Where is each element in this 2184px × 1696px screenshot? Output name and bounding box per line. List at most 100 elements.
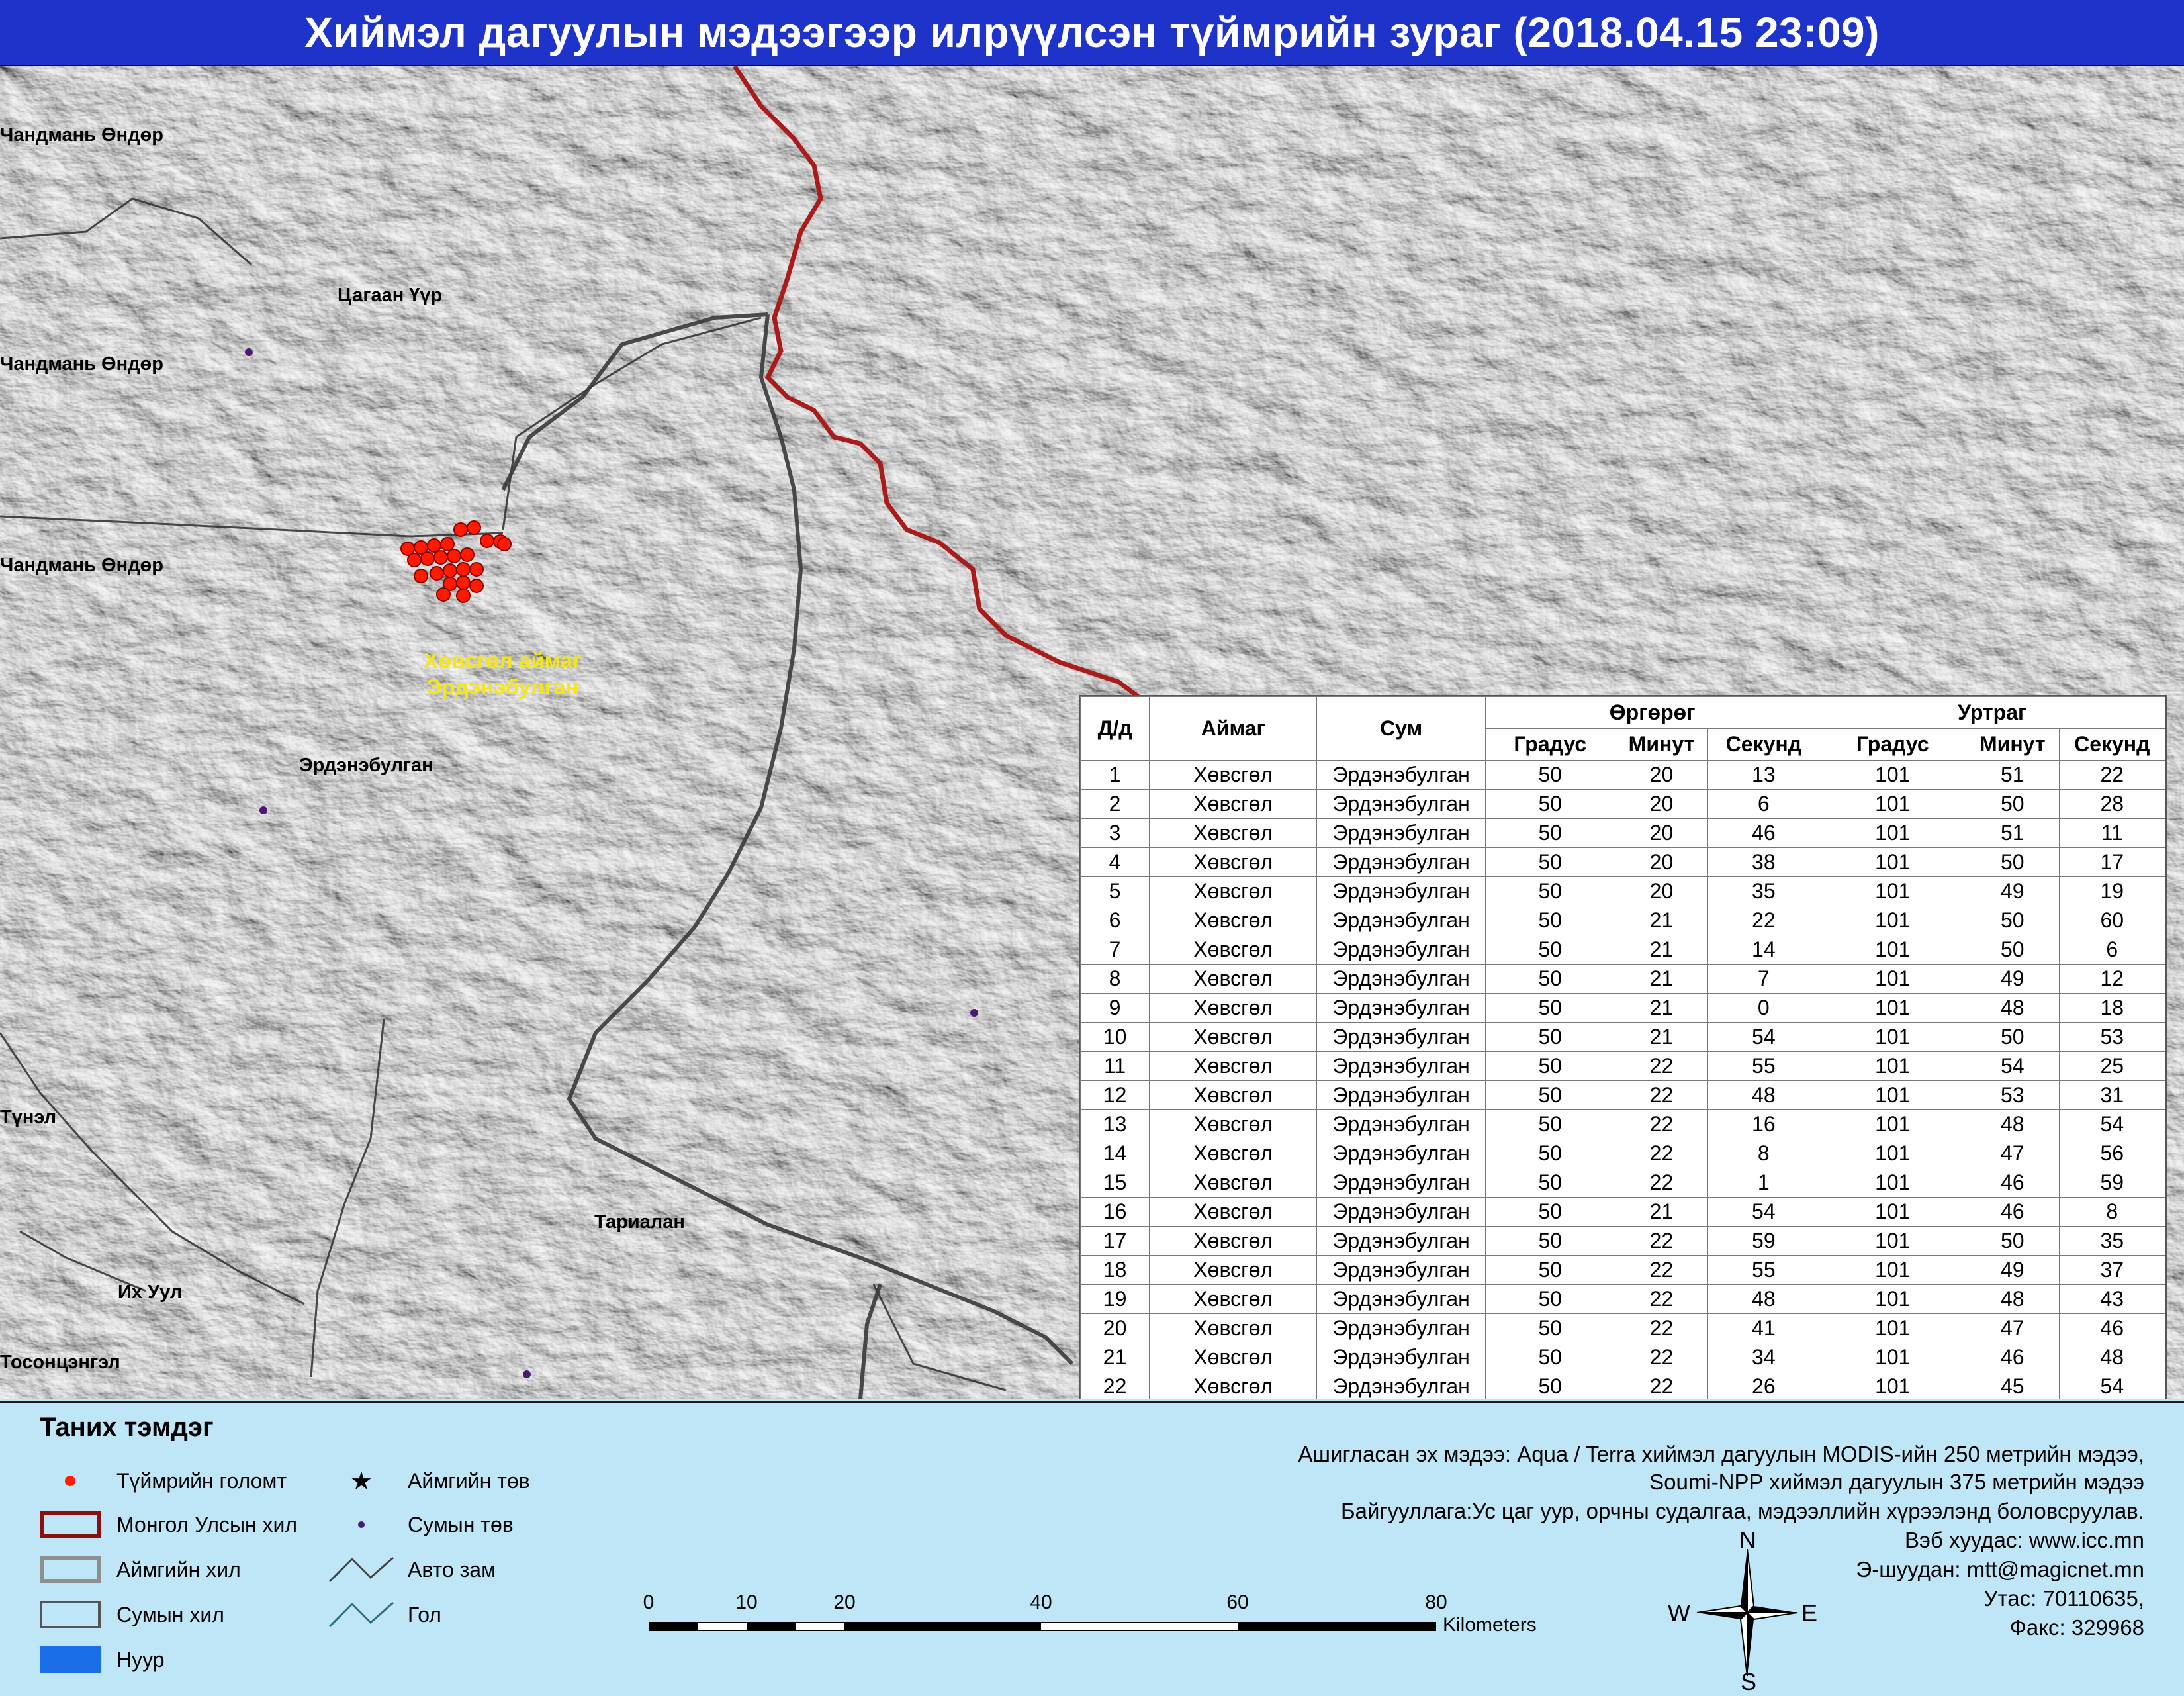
table-cell: 101: [1819, 1372, 1967, 1399]
table-cell: 101: [1819, 847, 1967, 877]
table-cell: 49: [1966, 1255, 2060, 1285]
table-row: 3 Хөвсгөл Эрдэнэбулган 50 20 46 101 51 11: [1079, 818, 2166, 848]
table-cell: 22: [1614, 1343, 1709, 1372]
table-cell: 50: [1484, 1139, 1615, 1168]
table-cell: 22: [1614, 1313, 1709, 1343]
table-cell: 14: [1079, 1139, 1150, 1168]
header-lon-minute: Минут: [1966, 728, 2060, 761]
table-cell: 22: [1079, 1372, 1150, 1399]
table-cell: Эрдэнэбулган: [1316, 847, 1486, 877]
legend-label-soum-border: Сумын хил: [116, 1602, 224, 1626]
info-fax: Факс: 329968: [2009, 1615, 2144, 1640]
header-num: Д/д: [1079, 696, 1150, 761]
legend-label-lake: Нуур: [116, 1647, 165, 1672]
table-cell: 48: [1966, 1284, 2060, 1314]
table-cell: Эрдэнэбулган: [1316, 1168, 1486, 1198]
table-cell: 50: [1484, 1197, 1615, 1227]
table-cell: 50: [1484, 760, 1615, 790]
table-row: 18 Хөвсгөл Эрдэнэбулган 50 22 55 101 49 37: [1079, 1255, 2166, 1285]
table-row: 10 Хөвсгөл Эрдэнэбулган 50 21 54 101 50 53: [1079, 1022, 2166, 1052]
table-cell: 8: [1707, 1139, 1820, 1168]
table-cell: 101: [1819, 1255, 1967, 1285]
header-lat-second: Секунд: [1707, 728, 1820, 761]
scale-tick-20: 20: [833, 1591, 856, 1613]
table-cell: 18: [2058, 993, 2166, 1023]
table-cell: Эрдэнэбулган: [1316, 1255, 1486, 1285]
legend-item-river: Гол: [328, 1598, 441, 1631]
table-cell: Хөвсгөл: [1149, 1080, 1318, 1110]
table-cell: Хөвсгөл: [1149, 818, 1318, 848]
scale-tick-10: 10: [735, 1591, 758, 1613]
place-label-erdenebulgan: Эрдэнэбулган: [299, 755, 433, 776]
table-cell: 49: [1966, 964, 2060, 994]
table-row: 13 Хөвсгөл Эрдэнэбулган 50 22 16 101 48 54: [1079, 1109, 2166, 1139]
table-cell: 21: [1614, 964, 1709, 994]
table-cell: 50: [1484, 1313, 1615, 1343]
compass-w: W: [1668, 1599, 1690, 1626]
table-cell: 50: [1484, 1168, 1615, 1198]
table-cell: 6: [1707, 789, 1820, 819]
table-cell: 101: [1819, 1226, 1967, 1256]
table-row: 7 Хөвсгөл Эрдэнэбулган 50 21 14 101 50 6: [1079, 935, 2166, 965]
table-cell: Хөвсгөл: [1149, 1372, 1318, 1399]
info-website[interactable]: Вэб хуудас: www.icc.mn: [1905, 1528, 2144, 1553]
compass-n: N: [1739, 1527, 1756, 1554]
table-cell: 45: [1966, 1372, 2060, 1399]
table-cell: 1: [1707, 1168, 1820, 1198]
table-cell: Хөвсгөл: [1149, 906, 1318, 935]
table-cell: 101: [1819, 1343, 1967, 1372]
table-row: 2 Хөвсгөл Эрдэнэбулган 50 20 6 101 50 28: [1079, 789, 2166, 819]
table-cell: 22: [1614, 1226, 1709, 1256]
table-cell: 8: [1079, 964, 1150, 994]
header-lon-second: Секунд: [2058, 728, 2166, 761]
table-cell: 50: [1484, 1022, 1615, 1052]
table-cell: 6: [1079, 906, 1150, 935]
table-cell: Хөвсгөл: [1149, 1139, 1318, 1168]
info-email[interactable]: Э-шуудан: mtt@magicnet.mn: [1856, 1557, 2145, 1582]
table-cell: Хөвсгөл: [1149, 789, 1318, 819]
table-body: 1 Хөвсгөл Эрдэнэбулган 50 20 13 101 51 22 2 Хөвсгө…: [1079, 760, 2166, 1399]
table-cell: 101: [1819, 876, 1967, 906]
place-label-ikh-uul: Их Уул: [118, 1282, 183, 1303]
table-cell: Эрдэнэбулган: [1316, 789, 1486, 819]
scale-unit: Kilometers: [1443, 1614, 1537, 1636]
table-cell: 16: [1079, 1197, 1150, 1227]
fire-location-label: Хөвсгөл аймаг Эрдэнэбулган: [424, 647, 582, 700]
table-cell: Эрдэнэбулган: [1316, 1197, 1486, 1227]
table-cell: 43: [2058, 1284, 2166, 1314]
table-cell: 54: [1707, 1197, 1820, 1227]
map-canvas[interactable]: Чандмань Өндөр Цагаан Үүр Чандмань Өндөр…: [0, 66, 2184, 1399]
table-cell: Эрдэнэбулган: [1316, 1343, 1486, 1372]
table-cell: 101: [1819, 993, 1967, 1023]
province-label-line2: Эрдэнэбулган: [426, 675, 579, 699]
table-cell: 101: [1819, 1022, 1967, 1052]
table-cell: 8: [2058, 1197, 2166, 1227]
info-phone: Утас: 70110635,: [1983, 1586, 2144, 1611]
table-cell: 101: [1819, 1197, 1967, 1227]
info-organization: Байгууллага:Ус цаг уур, орчны судалгаа, …: [1341, 1499, 2144, 1523]
table-cell: 22: [1614, 1168, 1709, 1198]
table-cell: 13: [1079, 1109, 1150, 1139]
table-cell: 51: [1966, 818, 2060, 848]
table-cell: 17: [1079, 1226, 1150, 1256]
table-cell: 19: [2058, 876, 2166, 906]
table-row: 16 Хөвсгөл Эрдэнэбулган 50 21 54 101 46 8: [1079, 1197, 2166, 1227]
header-aimag: Аймаг: [1149, 696, 1318, 761]
info-source-line1: Ашигласан эх мэдээ: Aqua / Terra хиймэл …: [1298, 1442, 2144, 1466]
table-cell: 21: [1614, 1022, 1709, 1052]
table-cell: Эрдэнэбулган: [1316, 1139, 1486, 1168]
table-cell: 46: [2058, 1313, 2166, 1343]
table-cell: 26: [1707, 1372, 1820, 1399]
info-source-line2: Soumi-NPP хиймэл дагуулын 375 метрийн мэ…: [1649, 1470, 2144, 1494]
table-cell: 101: [1819, 964, 1967, 994]
table-cell: 46: [1707, 818, 1820, 848]
place-label-tosontsengel: Тосонцэнгэл: [0, 1352, 120, 1373]
province-label-line1: Хөвсгөл аймаг: [424, 648, 582, 673]
table-cell: 54: [2058, 1109, 2166, 1139]
road-icon: [328, 1553, 394, 1586]
table-cell: Хөвсгөл: [1149, 1343, 1318, 1372]
lake-icon: [37, 1643, 103, 1676]
place-label-chandman-ondor-2: Чандмань Өндөр: [0, 353, 163, 375]
table-cell: 46: [1966, 1168, 2060, 1198]
table-cell: 51: [1966, 760, 2060, 790]
